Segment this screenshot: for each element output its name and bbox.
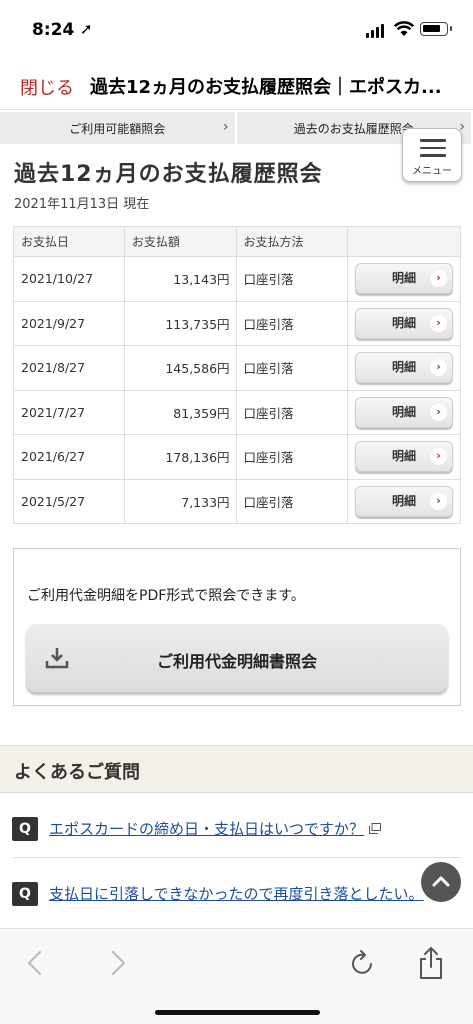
divider: [13, 857, 461, 858]
as-of-date: 2021年11月13日 現在: [14, 197, 150, 212]
header-payment-method: お支払方法: [235, 226, 349, 257]
payment-amount: 113,735円: [123, 300, 237, 346]
wifi-icon: [394, 21, 414, 36]
payment-date: 2021/6/27: [13, 434, 125, 480]
faq-link[interactable]: 支払日に引落しできなかったので再度引き落としたい。: [49, 883, 449, 904]
question-badge: Q: [12, 817, 38, 841]
detail-label: 明細: [392, 493, 417, 508]
chevron-right-icon: ›: [430, 359, 448, 377]
payment-date: 2021/8/27: [13, 345, 125, 391]
scroll-to-top-button[interactable]: [421, 862, 461, 902]
header-payment-amount: お支払額: [123, 226, 237, 257]
payment-method: 口座引落: [235, 478, 349, 524]
faq-link[interactable]: エポスカードの締め日・支払日はいつですか？: [49, 818, 382, 839]
chevron-right-icon: ›: [430, 314, 448, 332]
faq-heading: よくあるご質問: [14, 762, 140, 783]
pdf-message: ご利用代金明細をPDF形式で照会できます。: [27, 588, 305, 604]
battery-icon: [420, 22, 452, 36]
nav-bar: 閉じる 過去12ヵ月のお支払履歴照会｜エポスカ...: [0, 60, 473, 110]
share-icon[interactable]: [411, 943, 451, 983]
payment-method: 口座引落: [235, 434, 349, 480]
detail-label: 明細: [392, 360, 417, 375]
detail-label: 明細: [392, 404, 417, 419]
payment-date: 2021/7/27: [13, 389, 125, 435]
page-title: 過去12ヵ月のお支払履歴照会: [14, 162, 323, 187]
detail-button[interactable]: 明細 ›: [355, 441, 454, 473]
detail-label: 明細: [392, 315, 417, 330]
faq-link-text: 支払日に引落しできなかったので再度引き落としたい。: [49, 885, 424, 903]
detail-button[interactable]: 明細 ›: [355, 352, 454, 384]
payment-date: 2021/5/27: [13, 478, 125, 524]
location-arrow-icon: ➚: [80, 20, 93, 38]
external-link-icon: [369, 823, 382, 834]
table-row: 2021/10/27 13,143円 口座引落 明細 ›: [13, 256, 461, 302]
payment-amount: 81,359円: [123, 389, 237, 435]
chevron-right-icon: ›: [430, 270, 448, 288]
detail-label: 明細: [392, 271, 417, 286]
payment-method: 口座引落: [235, 256, 349, 302]
payment-date: 2021/9/27: [13, 300, 125, 346]
back-icon[interactable]: [15, 943, 55, 983]
question-badge: Q: [12, 882, 38, 906]
table-row: 2021/8/27 145,586円 口座引落 明細 ›: [13, 345, 461, 391]
table-row: 2021/9/27 113,735円 口座引落 明細 ›: [13, 300, 461, 346]
detail-button[interactable]: 明細 ›: [355, 263, 454, 295]
tab-available-credit[interactable]: ご利用可能額照会 ›: [0, 112, 237, 144]
table-row: 2021/6/27 178,136円 口座引落 明細 ›: [13, 434, 461, 480]
payment-method: 口座引落: [235, 300, 349, 346]
arrow-up-icon: [432, 876, 450, 887]
faq-link-text: エポスカードの締め日・支払日はいつですか？: [49, 820, 365, 838]
header-payment-date: お支払日: [13, 226, 125, 257]
status-bar: 8:24 ➚: [0, 0, 473, 60]
chevron-right-icon: ›: [430, 492, 448, 510]
cellular-signal-icon: [366, 24, 384, 38]
statement-inquiry-button[interactable]: ご利用代金明細書照会: [26, 624, 448, 692]
payment-method: 口座引落: [235, 389, 349, 435]
table-header-row: お支払日 お支払額 お支払方法: [13, 226, 461, 257]
table-row: 2021/5/27 7,133円 口座引落 明細 ›: [13, 478, 461, 524]
payment-method: 口座引落: [235, 345, 349, 391]
pdf-statement-box: ご利用代金明細をPDF形式で照会できます。 ご利用代金明細書照会: [13, 548, 461, 706]
payment-amount: 7,133円: [123, 478, 237, 524]
detail-label: 明細: [392, 449, 417, 464]
hamburger-menu-icon: [420, 139, 446, 162]
menu-label: メニュー: [412, 166, 452, 177]
payment-date: 2021/10/27: [13, 256, 125, 302]
tab-label: ご利用可能額照会: [69, 121, 166, 136]
detail-button[interactable]: 明細 ›: [355, 307, 454, 339]
tab-label: 過去のお支払履歴照会: [293, 121, 414, 136]
home-indicator: [155, 1010, 320, 1015]
close-button[interactable]: 閉じる: [20, 74, 74, 100]
status-time: 8:24: [32, 20, 75, 40]
menu-button[interactable]: メニュー: [402, 128, 462, 182]
payment-amount: 178,136円: [123, 434, 237, 480]
statement-inquiry-label: ご利用代金明細書照会: [156, 652, 317, 671]
payment-amount: 13,143円: [123, 256, 237, 302]
forward-icon[interactable]: [98, 943, 138, 983]
payment-amount: 145,586円: [123, 345, 237, 391]
payment-history-table: お支払日 お支払額 お支払方法 2021/10/27 13,143円 口座引落 …: [13, 226, 461, 524]
table-row: 2021/7/27 81,359円 口座引落 明細 ›: [13, 389, 461, 435]
header-action: [347, 226, 461, 257]
reload-icon[interactable]: [342, 943, 382, 983]
nav-title: 過去12ヵ月のお支払履歴照会｜エポスカ...: [90, 77, 442, 98]
faq-section-header: よくあるご質問: [0, 745, 473, 793]
chevron-right-icon: ›: [222, 119, 229, 135]
detail-button[interactable]: 明細 ›: [355, 485, 454, 517]
chevron-right-icon: ›: [430, 448, 448, 466]
detail-button[interactable]: 明細 ›: [355, 396, 454, 428]
chevron-right-icon: ›: [430, 403, 448, 421]
